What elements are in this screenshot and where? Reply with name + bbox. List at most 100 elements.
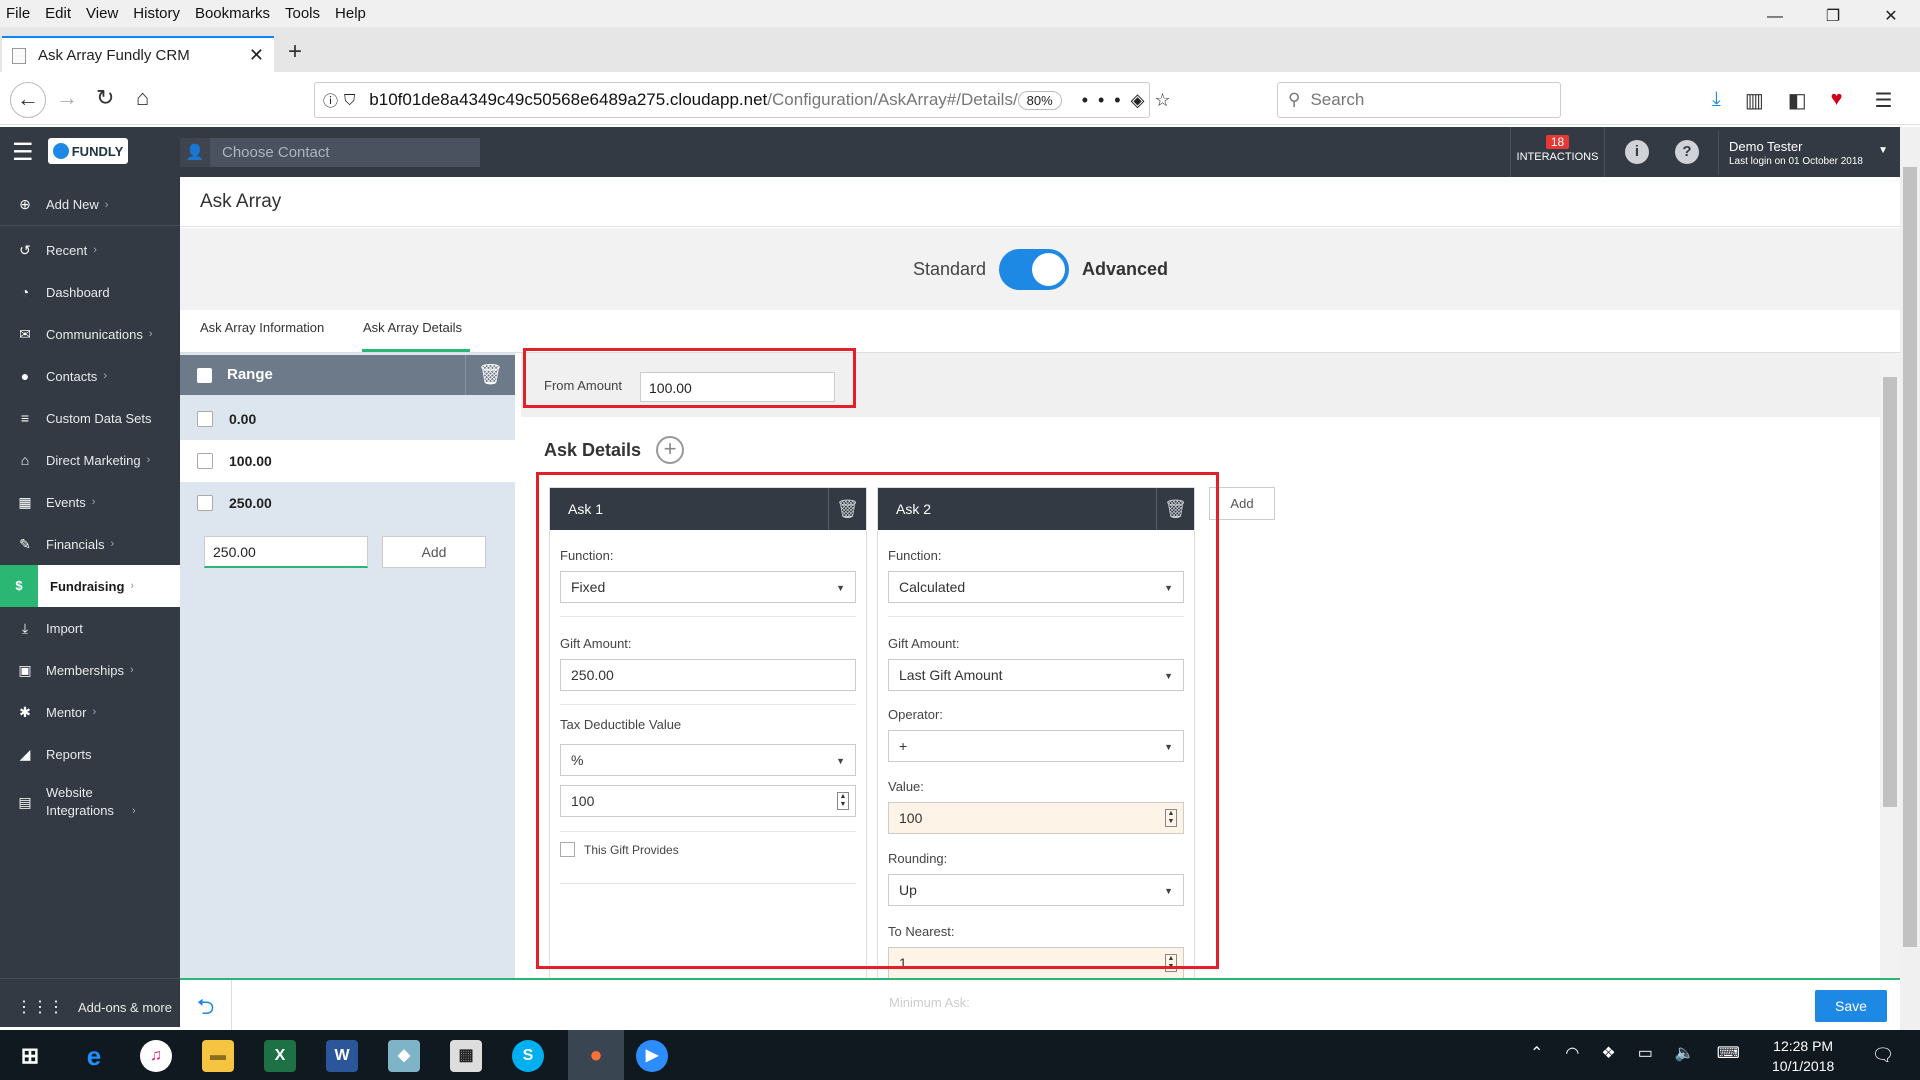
browser-menu-icon[interactable]: ☰	[1875, 88, 1893, 113]
sidebar-item-recent[interactable]: ↺ Recent ›	[0, 229, 180, 271]
firefox-icon[interactable]: ●	[568, 1030, 624, 1080]
scrollbar-thumb[interactable]	[1883, 377, 1897, 807]
sidebar-item-memberships[interactable]: ▣ Memberships ›	[0, 649, 180, 691]
help-icon[interactable]: ?	[1675, 140, 1699, 164]
select-all-checkbox[interactable]	[197, 368, 212, 383]
standard-advanced-toggle[interactable]	[999, 249, 1069, 290]
sidebar-item-add-new[interactable]: ⊕ Add New ›	[0, 184, 180, 226]
sidebar-item-mentor[interactable]: ✱ Mentor ›	[0, 691, 180, 733]
itunes-icon[interactable]: ♫	[140, 1040, 172, 1072]
chevron-right-icon: ›	[130, 664, 134, 676]
sidebar-item-events[interactable]: ▦ Events ›	[0, 481, 180, 523]
sidebar-item-import[interactable]: ⤓ Import	[0, 607, 180, 649]
scrollbar-thumb[interactable]	[1903, 167, 1917, 947]
tab-ask-array-details[interactable]: Ask Array Details	[363, 320, 462, 335]
menu-bookmarks[interactable]: Bookmarks	[195, 5, 270, 22]
excel-icon[interactable]: X	[264, 1040, 296, 1072]
home-icon[interactable]: ⌂	[136, 85, 149, 111]
add-range-button[interactable]: Add	[382, 536, 486, 568]
word-icon[interactable]: W	[326, 1040, 358, 1072]
network-icon[interactable]: ◠	[1565, 1043, 1579, 1063]
notifications-icon[interactable]: 🗨	[1868, 1040, 1898, 1070]
chevron-right-icon: ›	[146, 454, 151, 466]
keyboard-icon[interactable]: ⌨	[1717, 1043, 1740, 1063]
volume-icon[interactable]: 🔈	[1675, 1043, 1695, 1063]
bookmark-star-icon[interactable]: ☆	[1154, 90, 1180, 110]
back-icon[interactable]: ←	[10, 82, 46, 118]
sidebar-item-contacts[interactable]: ● Contacts ›	[0, 355, 180, 397]
sidebar: ⊕ Add New › ↺ Recent › ◔ Dashboard ✉ Communica…	[0, 177, 180, 1027]
file-explorer-icon[interactable]: ▬	[202, 1040, 234, 1072]
back-arrow-icon[interactable]: ⮌	[180, 980, 232, 1033]
user-menu[interactable]: Demo Tester Last login on 01 October 201…	[1718, 131, 1898, 175]
sidebar-item-reports[interactable]: ◢ Reports	[0, 733, 180, 775]
info-icon[interactable]: i	[1625, 140, 1649, 164]
zoom-badge[interactable]: 80%	[1017, 90, 1062, 110]
range-row[interactable]: 100.00	[180, 440, 515, 482]
chevron-up-icon[interactable]: ⌃	[1530, 1043, 1543, 1063]
taskbar-clock[interactable]: 12:28 PM 10/1/2018	[1772, 1036, 1834, 1076]
menu-view[interactable]: View	[86, 5, 118, 22]
user-name: Demo Tester	[1729, 139, 1803, 154]
page-favicon-icon	[12, 47, 26, 64]
interactions-button[interactable]: 18 INTERACTIONS	[1510, 127, 1605, 177]
sidebar-item-fundraising[interactable]: $ Fundraising ›	[0, 565, 180, 607]
range-row[interactable]: 250.00	[180, 482, 515, 524]
hamburger-menu-icon[interactable]: ☰	[12, 138, 34, 167]
edge-browser-icon[interactable]: e	[78, 1040, 110, 1072]
battery-icon[interactable]: ▭	[1638, 1043, 1653, 1063]
pocket-icon[interactable]: ◈	[1131, 90, 1155, 110]
save-button[interactable]: Save	[1815, 990, 1887, 1022]
reload-icon[interactable]: ↻	[96, 85, 114, 111]
range-row[interactable]: 0.00	[180, 398, 515, 440]
pocket-red-icon[interactable]: ♥	[1831, 88, 1843, 113]
tab-ask-array-information[interactable]: Ask Array Information	[200, 320, 324, 335]
menu-tools[interactable]: Tools	[285, 5, 320, 22]
page-scrollbar[interactable]	[1900, 127, 1920, 1035]
url-bar[interactable]: ⓘ ⛉ b10f01de8a4349c49c50568e6489a275.clo…	[314, 82, 1171, 118]
fundly-logo[interactable]: FUNDLY	[48, 138, 128, 164]
search-placeholder: Search	[1310, 90, 1365, 109]
close-tab-icon[interactable]: ✕	[249, 45, 264, 66]
zoom-app-icon[interactable]: ▶	[636, 1040, 668, 1072]
shield-icon[interactable]: ⛉	[344, 92, 355, 109]
sidebar-item-communications[interactable]: ✉ Communications ›	[0, 313, 180, 355]
choose-contact-input[interactable]: 👤 Choose Contact	[180, 138, 480, 167]
details-scrollbar[interactable]	[1880, 353, 1900, 978]
dropbox-icon[interactable]: ❖	[1601, 1043, 1615, 1063]
range-checkbox[interactable]	[197, 411, 213, 427]
windows-start-icon[interactable]: ⊞	[14, 1040, 46, 1072]
trash-icon[interactable]: 🗑	[465, 355, 515, 395]
range-value: 0.00	[229, 411, 257, 427]
sidebar-item-direct-marketing[interactable]: ⌂ Direct Marketing ›	[0, 439, 180, 481]
site-info-icon[interactable]: ⓘ	[323, 90, 338, 111]
sidebar-item-financials[interactable]: ✎ Financials ›	[0, 523, 180, 565]
app-icon[interactable]: ◆	[388, 1040, 420, 1072]
calculator-icon[interactable]: ▦	[450, 1040, 482, 1072]
sidebar-item-website-integrations[interactable]: ▤ Website Integrations ›	[0, 775, 180, 829]
sidebar-toggle-icon[interactable]: ◧	[1788, 88, 1807, 113]
range-checkbox[interactable]	[197, 453, 213, 469]
range-amount-input[interactable]: 250.00	[204, 536, 368, 568]
system-tray: ⌃ ◠ ❖ ▭ 🔈 ⌨	[1530, 1043, 1740, 1063]
more-icon[interactable]: •••	[1082, 90, 1131, 110]
browser-tab[interactable]: Ask Array Fundly CRM ✕	[2, 36, 274, 73]
addons-button[interactable]: ⋮⋮⋮ Add-ons & more	[0, 978, 180, 1035]
menu-edit[interactable]: Edit	[45, 5, 71, 22]
new-tab-icon[interactable]: +	[288, 38, 302, 66]
range-checkbox[interactable]	[197, 495, 213, 511]
menu-history[interactable]: History	[133, 5, 180, 22]
browser-search-input[interactable]: ⚲ Search	[1277, 82, 1561, 118]
envelope-icon: ✉	[19, 325, 31, 342]
library-icon[interactable]: ▥	[1745, 88, 1764, 113]
download-icon[interactable]: ⤓	[1712, 88, 1721, 113]
skype-icon[interactable]: S	[512, 1040, 544, 1072]
sidebar-item-custom-data-sets[interactable]: ≡ Custom Data Sets	[0, 397, 180, 439]
website-icon: ▤	[18, 793, 32, 810]
menu-help[interactable]: Help	[335, 5, 366, 22]
add-ask-plus-icon[interactable]: +	[656, 436, 684, 464]
menu-file[interactable]: File	[6, 5, 30, 22]
forward-icon[interactable]: →	[56, 85, 78, 111]
sidebar-item-dashboard[interactable]: ◔ Dashboard	[0, 271, 180, 313]
sidebar-item-label: Add New	[46, 197, 99, 212]
